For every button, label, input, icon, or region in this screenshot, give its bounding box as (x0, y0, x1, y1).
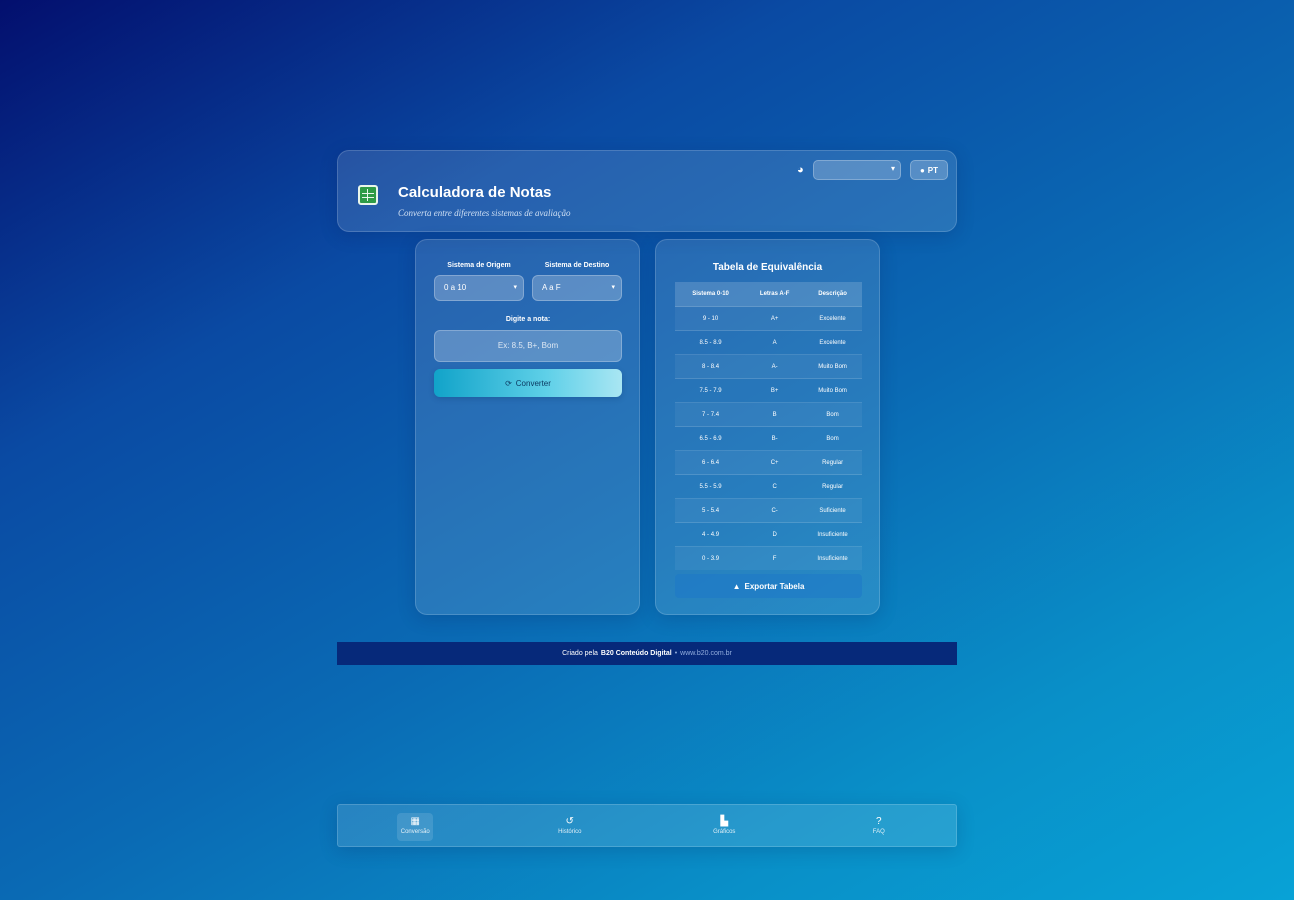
nav-item-label: FAQ (872, 829, 885, 835)
convert-button[interactable]: ⟳ Converter (434, 369, 622, 397)
table-cell: B (746, 402, 804, 427)
table-cell: C+ (746, 450, 804, 475)
table-cell: 6 - 6.4 (675, 450, 747, 475)
table-cell: Regular (803, 450, 862, 475)
equivalence-panel: Tabela de Equivalência Sistema 0-10 Letr… (655, 239, 880, 615)
equivalence-table: Sistema 0-10 Letras A-F Descrição 9 - 10… (675, 282, 862, 570)
table-cell: Bom (803, 426, 862, 451)
warning-icon: ▲ (732, 581, 741, 591)
page-subtitle: Converta entre diferentes sistemas de av… (398, 208, 571, 218)
table-cell: Muito Bom (803, 354, 862, 379)
bottom-navigation: ▦ Conversão ↺ Histórico ▙ Gráficos ? FAQ (337, 804, 957, 847)
table-cell: 7 - 7.4 (675, 402, 747, 427)
table-row: 6 - 6.4 C+ Regular (675, 450, 862, 475)
nav-item-graficos[interactable]: ▙ Gráficos (647, 805, 802, 846)
grade-input[interactable]: Ex: 8.5, B+, Bom (434, 330, 622, 362)
export-table-button[interactable]: ▲ Exportar Tabela (675, 574, 862, 598)
page-title: Calculadora de Notas (398, 184, 552, 201)
target-system-value: A a F (542, 283, 561, 292)
nav-item-label: Conversão (400, 829, 430, 835)
help-icon: ? (875, 816, 882, 827)
nav-item-label: Histórico (558, 829, 582, 835)
table-cell: Regular (803, 474, 862, 499)
table-cell: A- (746, 354, 804, 379)
export-button-label: Exportar Tabela (744, 581, 805, 591)
nav-item-conversao[interactable]: ▦ Conversão (338, 805, 493, 846)
table-cell: Excelente (803, 330, 862, 355)
footer-brand: B20 Conteúdo Digital (600, 650, 672, 657)
language-button[interactable]: ● PT (910, 160, 948, 180)
table-row: 6.5 - 6.9 B- Bom (675, 426, 862, 451)
table-cell: Excelente (803, 306, 862, 331)
palette-icon: ◕ (797, 164, 804, 176)
table-cell: D (746, 522, 804, 547)
app-header: Calculadora de Notas Converta entre dife… (337, 150, 957, 232)
grade-input-label: Digite a nota: (505, 316, 551, 323)
chevron-down-icon: ▾ (890, 164, 895, 173)
table-cell: 5.5 - 5.9 (675, 474, 747, 499)
refresh-icon: ⟳ (505, 378, 512, 388)
nav-item-faq[interactable]: ? FAQ (802, 805, 957, 846)
footer-separator: • (674, 650, 678, 657)
source-system-select[interactable]: 0 a 10 ▾ (434, 275, 524, 301)
converter-panel: Sistema de Origem 0 a 10 ▾ Sistema de De… (415, 239, 640, 615)
table-cell: Insuficiente (803, 522, 862, 547)
table-row: 8 - 8.4 A- Muito Bom (675, 354, 862, 379)
table-cell: C- (746, 498, 804, 523)
table-cell: C (746, 474, 804, 499)
table-row: 8.5 - 8.9 A Excelente (675, 330, 862, 355)
table-cell: A (746, 330, 804, 355)
table-cell: 6.5 - 6.9 (675, 426, 747, 451)
calculator-icon: ▦ (410, 816, 420, 827)
language-label: PT (927, 165, 939, 175)
table-cell: 5 - 5.4 (675, 498, 747, 523)
source-system-label: Sistema de Origem (447, 262, 511, 269)
table-cell: A+ (746, 306, 804, 331)
table-cell: Suficiente (803, 498, 862, 523)
table-cell: F (746, 546, 804, 570)
table-row: 9 - 10 A+ Excelente (675, 306, 862, 331)
source-system-value: 0 a 10 (444, 283, 467, 292)
equivalence-title: Tabela de Equivalência (712, 262, 823, 273)
table-cell: 9 - 10 (675, 306, 747, 331)
footer: Criado pela B20 Conteúdo Digital • www.b… (337, 642, 957, 665)
spreadsheet-icon (358, 185, 378, 205)
column-header: Letras A-F (746, 282, 804, 307)
table-row: 7.5 - 7.9 B+ Muito Bom (675, 378, 862, 403)
table-cell: 7.5 - 7.9 (675, 378, 747, 403)
target-system-label: Sistema de Destino (544, 262, 610, 269)
footer-prefix: Criado pela (562, 650, 598, 657)
theme-select[interactable]: ▾ (813, 160, 901, 180)
table-row: 4 - 4.9 D Insuficiente (675, 522, 862, 547)
table-cell: 8.5 - 8.9 (675, 330, 747, 355)
nav-item-label: Gráficos (713, 829, 736, 835)
table-row: 5.5 - 5.9 C Regular (675, 474, 862, 499)
chevron-down-icon: ▾ (513, 284, 517, 291)
chevron-down-icon: ▾ (611, 284, 615, 291)
table-cell: B+ (746, 378, 804, 403)
table-row: 7 - 7.4 B Bom (675, 402, 862, 427)
table-cell: Muito Bom (803, 378, 862, 403)
column-header: Sistema 0-10 (675, 282, 747, 307)
target-system-select[interactable]: A a F ▾ (532, 275, 622, 301)
nav-item-historico[interactable]: ↺ Histórico (493, 805, 648, 846)
convert-button-label: Converter (515, 378, 551, 388)
table-header-row: Sistema 0-10 Letras A-F Descrição (675, 282, 862, 307)
table-row: 5 - 5.4 C- Suficiente (675, 498, 862, 523)
table-row: 0 - 3.9 F Insuficiente (675, 546, 862, 570)
globe-icon: ● (919, 165, 925, 175)
footer-link[interactable]: www.b20.com.br (680, 650, 732, 657)
history-icon: ↺ (565, 816, 574, 827)
chart-icon: ▙ (720, 816, 729, 827)
table-cell: 0 - 3.9 (675, 546, 747, 570)
column-header: Descrição (803, 282, 862, 307)
table-cell: 8 - 8.4 (675, 354, 747, 379)
table-cell: Insuficiente (803, 546, 862, 570)
table-cell: 4 - 4.9 (675, 522, 747, 547)
table-cell: B- (746, 426, 804, 451)
table-cell: Bom (803, 402, 862, 427)
